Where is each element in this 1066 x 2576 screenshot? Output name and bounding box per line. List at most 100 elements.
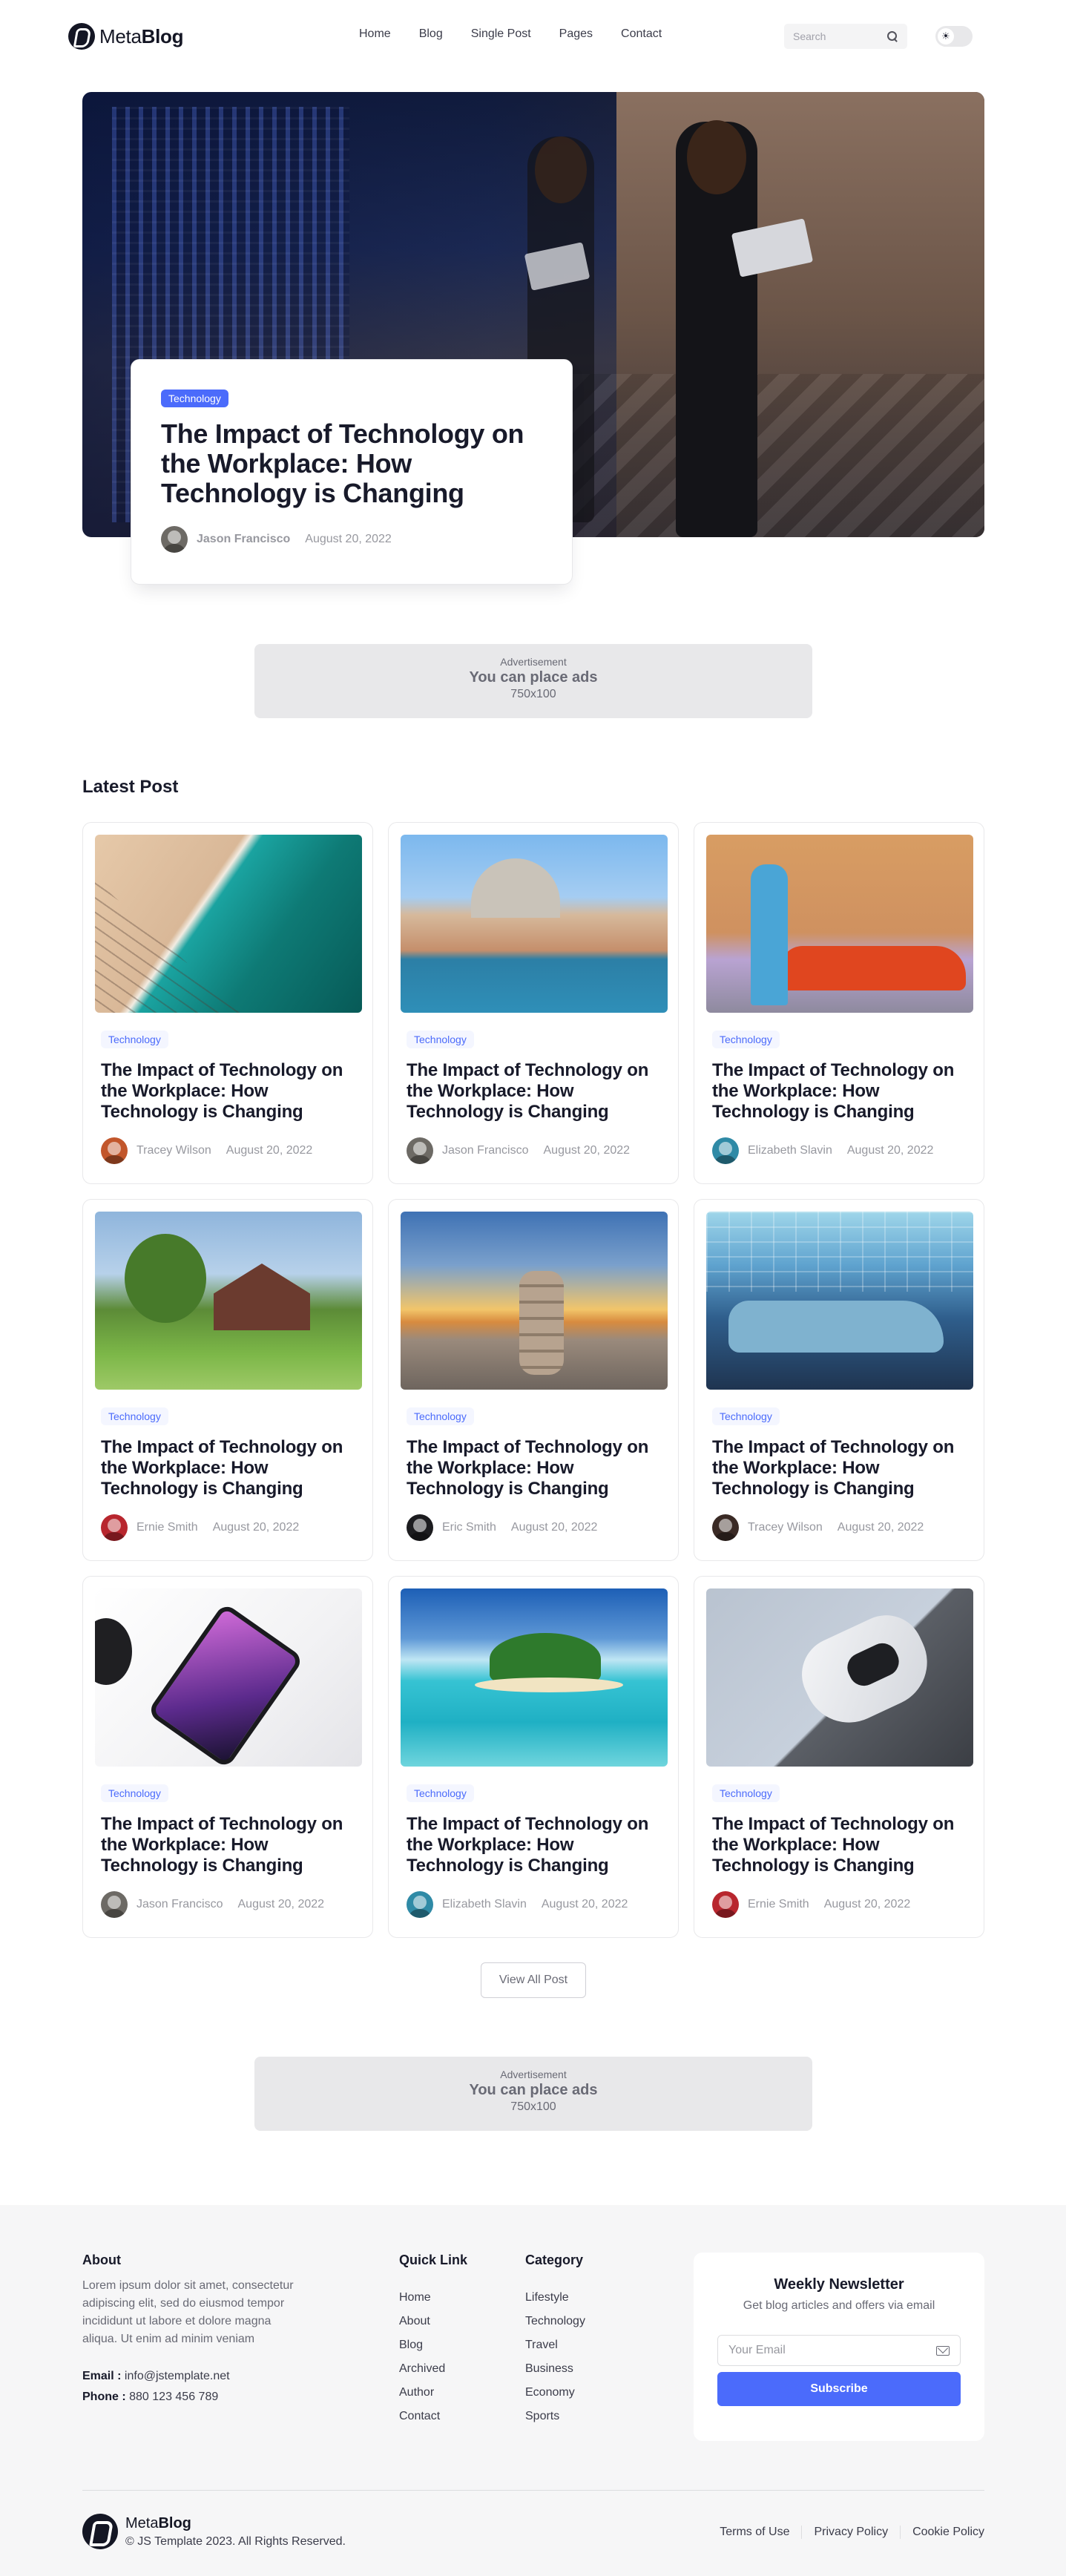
newsletter-box: Weekly Newsletter Get blog articles and … bbox=[694, 2253, 984, 2441]
post-category-badge[interactable]: Technology bbox=[712, 1031, 780, 1048]
quick-link-home[interactable]: Home bbox=[399, 2286, 467, 2310]
view-all-post-button[interactable]: View All Post bbox=[481, 1962, 586, 1998]
footer-about-title: About bbox=[82, 2253, 121, 2267]
author-avatar[interactable] bbox=[407, 1137, 433, 1164]
post-card[interactable]: Technology The Impact of Technology on th… bbox=[82, 1576, 373, 1938]
author-avatar[interactable] bbox=[712, 1137, 739, 1164]
terms-link[interactable]: Terms of Use bbox=[708, 2526, 801, 2539]
quick-link-author[interactable]: Author bbox=[399, 2381, 467, 2405]
theme-toggle[interactable]: ☀ bbox=[935, 26, 973, 47]
search-icon[interactable] bbox=[886, 30, 898, 42]
nav-contact[interactable]: Contact bbox=[621, 27, 662, 41]
newsletter-subtitle: Get blog articles and offers via email bbox=[743, 2299, 935, 2312]
post-title[interactable]: The Impact of Technology on the Workplac… bbox=[101, 1437, 355, 1499]
post-title[interactable]: The Impact of Technology on the Workplac… bbox=[407, 1814, 660, 1876]
author-avatar[interactable] bbox=[712, 1514, 739, 1541]
post-category-badge[interactable]: Technology bbox=[101, 1784, 168, 1802]
post-category-badge[interactable]: Technology bbox=[712, 1784, 780, 1802]
post-title[interactable]: The Impact of Technology on the Workplac… bbox=[407, 1060, 660, 1123]
nav-pages[interactable]: Pages bbox=[559, 27, 593, 41]
post-author[interactable]: Jason Francisco bbox=[136, 1898, 223, 1911]
author-avatar[interactable] bbox=[161, 526, 188, 553]
phone-value[interactable]: 880 123 456 789 bbox=[129, 2391, 218, 2403]
email-value[interactable]: info@jstemplate.net bbox=[125, 2370, 230, 2382]
post-meta: Tracey Wilson August 20, 2022 bbox=[101, 1137, 361, 1164]
post-title[interactable]: The Impact of Technology on the Workplac… bbox=[101, 1060, 355, 1123]
post-author[interactable]: Elizabeth Slavin bbox=[748, 1144, 832, 1157]
category-travel[interactable]: Travel bbox=[525, 2333, 585, 2357]
post-author[interactable]: Eric Smith bbox=[442, 1521, 496, 1534]
ad-banner-bottom[interactable]: Advertisement You can place ads 750x100 bbox=[254, 2057, 812, 2131]
post-meta: Jason Francisco August 20, 2022 bbox=[101, 1891, 361, 1918]
post-author[interactable]: Ernie Smith bbox=[136, 1521, 198, 1534]
post-card[interactable]: Technology The Impact of Technology on th… bbox=[388, 1576, 679, 1938]
category-economy[interactable]: Economy bbox=[525, 2381, 585, 2405]
post-category-badge[interactable]: Technology bbox=[407, 1031, 474, 1048]
post-author[interactable]: Tracey Wilson bbox=[748, 1521, 823, 1534]
category-technology[interactable]: Technology bbox=[525, 2310, 585, 2333]
post-card[interactable]: Technology The Impact of Technology on th… bbox=[388, 822, 679, 1184]
post-author[interactable]: Tracey Wilson bbox=[136, 1144, 211, 1157]
hero-author[interactable]: Jason Francisco bbox=[197, 533, 290, 546]
post-card[interactable]: Technology The Impact of Technology on th… bbox=[82, 822, 373, 1184]
post-card[interactable]: Technology The Impact of Technology on th… bbox=[82, 1199, 373, 1561]
nav-blog[interactable]: Blog bbox=[419, 27, 443, 41]
post-title[interactable]: The Impact of Technology on the Workplac… bbox=[712, 1060, 966, 1123]
hero-title[interactable]: The Impact of Technology on the Workplac… bbox=[161, 419, 542, 508]
post-thumbnail[interactable] bbox=[95, 1212, 362, 1390]
author-avatar[interactable] bbox=[101, 1514, 128, 1541]
post-thumbnail[interactable] bbox=[706, 1212, 973, 1390]
post-author[interactable]: Elizabeth Slavin bbox=[442, 1898, 527, 1911]
post-card[interactable]: Technology The Impact of Technology on th… bbox=[694, 1576, 984, 1938]
nav-home[interactable]: Home bbox=[359, 27, 391, 41]
post-category-badge[interactable]: Technology bbox=[712, 1407, 780, 1425]
post-title[interactable]: The Impact of Technology on the Workplac… bbox=[407, 1437, 660, 1499]
category-sports[interactable]: Sports bbox=[525, 2405, 585, 2428]
sun-icon: ☀ bbox=[938, 28, 954, 45]
post-author[interactable]: Jason Francisco bbox=[442, 1144, 529, 1157]
post-thumbnail[interactable] bbox=[706, 835, 973, 1013]
post-card[interactable]: Technology The Impact of Technology on th… bbox=[694, 822, 984, 1184]
author-avatar[interactable] bbox=[407, 1891, 433, 1918]
hero-card[interactable]: Technology The Impact of Technology on t… bbox=[131, 359, 573, 585]
post-thumbnail[interactable] bbox=[401, 1212, 668, 1390]
post-thumbnail[interactable] bbox=[706, 1588, 973, 1767]
post-category-badge[interactable]: Technology bbox=[407, 1407, 474, 1425]
cookie-link[interactable]: Cookie Policy bbox=[900, 2526, 984, 2539]
category-business[interactable]: Business bbox=[525, 2357, 585, 2381]
quick-link-contact[interactable]: Contact bbox=[399, 2405, 467, 2428]
post-title[interactable]: The Impact of Technology on the Workplac… bbox=[101, 1814, 355, 1876]
post-author[interactable]: Ernie Smith bbox=[748, 1898, 809, 1911]
post-thumbnail[interactable] bbox=[95, 1588, 362, 1767]
search-input[interactable] bbox=[793, 30, 882, 42]
privacy-link[interactable]: Privacy Policy bbox=[801, 2526, 900, 2539]
ad-banner-top[interactable]: Advertisement You can place ads 750x100 bbox=[254, 644, 812, 718]
post-category-badge[interactable]: Technology bbox=[101, 1031, 168, 1048]
quick-link-about[interactable]: About bbox=[399, 2310, 467, 2333]
nav-single-post[interactable]: Single Post bbox=[471, 27, 531, 41]
author-avatar[interactable] bbox=[407, 1514, 433, 1541]
post-category-badge[interactable]: Technology bbox=[101, 1407, 168, 1425]
post-date: August 20, 2022 bbox=[543, 1144, 631, 1157]
ad-label: Advertisement bbox=[500, 656, 567, 668]
newsletter-email-input[interactable] bbox=[728, 2344, 921, 2357]
post-card[interactable]: Technology The Impact of Technology on th… bbox=[388, 1199, 679, 1561]
category-lifestyle[interactable]: Lifestyle bbox=[525, 2286, 585, 2310]
site-logo[interactable]: MetaBlog bbox=[68, 23, 183, 50]
post-category-badge[interactable]: Technology bbox=[407, 1784, 474, 1802]
post-thumbnail[interactable] bbox=[95, 835, 362, 1013]
quick-link-archived[interactable]: Archived bbox=[399, 2357, 467, 2381]
post-title[interactable]: The Impact of Technology on the Workplac… bbox=[712, 1437, 966, 1499]
quick-link-blog[interactable]: Blog bbox=[399, 2333, 467, 2357]
post-thumbnail[interactable] bbox=[401, 1588, 668, 1767]
post-card[interactable]: Technology The Impact of Technology on th… bbox=[694, 1199, 984, 1561]
post-thumbnail[interactable] bbox=[401, 835, 668, 1013]
hero-category-badge[interactable]: Technology bbox=[161, 390, 228, 407]
post-title[interactable]: The Impact of Technology on the Workplac… bbox=[712, 1814, 966, 1876]
footer-logo[interactable]: MetaBlog © JS Template 2023. All Rights … bbox=[82, 2514, 346, 2549]
post-meta: Tracey Wilson August 20, 2022 bbox=[712, 1514, 972, 1541]
author-avatar[interactable] bbox=[101, 1891, 128, 1918]
author-avatar[interactable] bbox=[712, 1891, 739, 1918]
author-avatar[interactable] bbox=[101, 1137, 128, 1164]
subscribe-button[interactable]: Subscribe bbox=[717, 2372, 961, 2406]
